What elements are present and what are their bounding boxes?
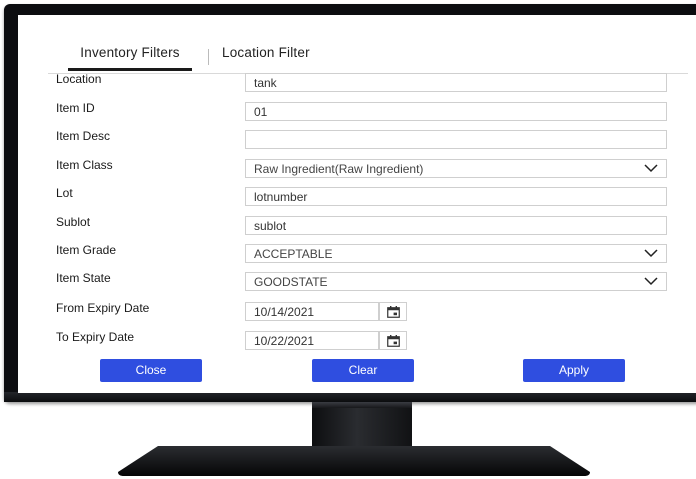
item-desc-label: Item Desc — [56, 129, 111, 143]
tab-location-filter[interactable]: Location Filter — [222, 45, 310, 60]
from-expiry-calendar-button[interactable] — [379, 302, 407, 321]
monitor-chin — [4, 392, 696, 402]
item-id-label: Item ID — [56, 101, 95, 115]
lot-input[interactable]: lotnumber — [245, 187, 667, 206]
item-state-select[interactable]: GOODSTATE — [245, 272, 667, 291]
location-label: Location — [56, 72, 102, 86]
tab-divider — [208, 49, 209, 65]
item-desc-input[interactable] — [245, 130, 667, 149]
item-class-value: Raw Ingredient(Raw Ingredient) — [254, 162, 424, 176]
item-id-input[interactable]: 01 — [245, 102, 667, 121]
item-grade-label: Item Grade — [56, 243, 117, 257]
close-button[interactable]: Close — [100, 359, 202, 382]
monitor-stand-base — [118, 446, 590, 476]
item-class-label: Item Class — [56, 158, 113, 172]
apply-button[interactable]: Apply — [523, 359, 625, 382]
chevron-down-icon — [644, 277, 658, 286]
filter-dialog: Inventory Filters Location Filter Locati… — [18, 15, 696, 393]
item-state-label: Item State — [56, 271, 111, 285]
tab-inventory-filters[interactable]: Inventory Filters — [68, 45, 192, 71]
clear-button[interactable]: Clear — [312, 359, 414, 382]
from-expiry-label: From Expiry Date — [56, 301, 150, 315]
from-expiry-input[interactable]: 10/14/2021 — [245, 302, 379, 321]
to-expiry-input[interactable]: 10/22/2021 — [245, 331, 379, 350]
item-grade-select[interactable]: ACCEPTABLE — [245, 244, 667, 263]
sublot-input[interactable]: sublot — [245, 216, 667, 235]
sublot-label: Sublot — [56, 215, 91, 229]
monitor-frame: Inventory Filters Location Filter Locati… — [0, 0, 696, 479]
chevron-down-icon — [644, 249, 658, 258]
tab-bar: Inventory Filters Location Filter — [48, 43, 688, 74]
calendar-icon — [386, 334, 400, 347]
item-class-select[interactable]: Raw Ingredient(Raw Ingredient) — [245, 159, 667, 178]
to-expiry-calendar-button[interactable] — [379, 331, 407, 350]
chevron-down-icon — [644, 164, 658, 173]
item-state-value: GOODSTATE — [254, 275, 328, 289]
lot-label: Lot — [56, 186, 73, 200]
calendar-icon — [386, 305, 400, 318]
location-input[interactable]: tank — [245, 73, 667, 92]
to-expiry-label: To Expiry Date — [56, 330, 135, 344]
item-grade-value: ACCEPTABLE — [254, 247, 333, 261]
